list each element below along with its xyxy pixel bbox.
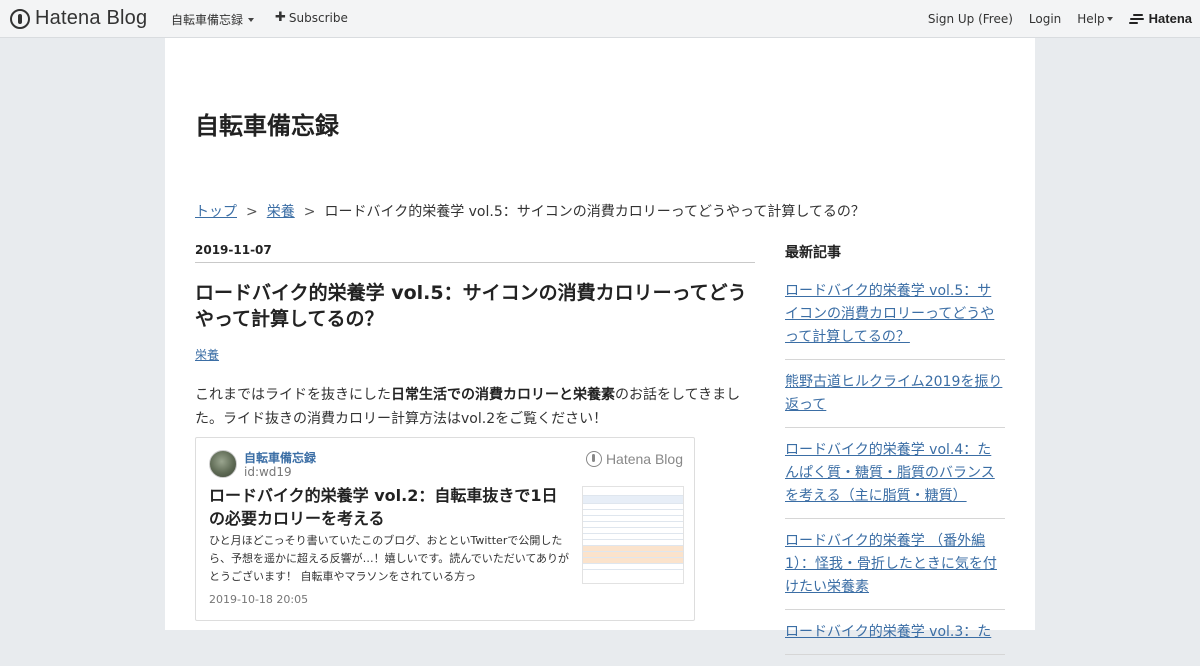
card-description: ひと月ほどこっそり書いていたこのブログ、おとといTwitterで公開したら、予想… (209, 534, 570, 583)
blog-embed-card[interactable]: 自転車備忘録 id:wd19 Hatena Blog ロードバイク的栄養学 vo… (195, 437, 695, 621)
entry-body-paragraph: これまではライドを抜きにした日常生活での消費カロリーと栄養素のお話をしてきました… (195, 383, 755, 431)
body-text: これまではライドを抜きにした (195, 387, 391, 403)
chevron-down-icon (1106, 16, 1113, 21)
card-brand: Hatena Blog (585, 451, 683, 467)
recent-entry-link[interactable]: ロードバイク的栄養学 vol.4：たんぱく質・糖質・脂質のバランスを考える（主に… (785, 439, 1005, 519)
breadcrumb: トップ > 栄養 > ロードバイク的栄養学 vol.5：サイコンの消費カロリーってどうや… (195, 201, 865, 221)
subscribe-button[interactable]: ✚ Subscribe (275, 11, 348, 25)
logo-text: Hatena Blog (35, 7, 148, 29)
blog-title[interactable]: 自転車備忘録 (195, 106, 339, 141)
recent-entry-link[interactable]: ロードバイク的栄養学 vol.5：サイコンの消費カロリーってどうやって計算してる… (785, 280, 1005, 360)
breadcrumb-category-link[interactable]: 栄養 (267, 204, 295, 220)
signup-link[interactable]: Sign Up (Free) (928, 12, 1013, 26)
sidebar-title: 最新記事 (785, 245, 841, 261)
hatena-logo-icon (1128, 13, 1145, 24)
card-thumbnail-image[interactable] (582, 486, 684, 584)
help-dropdown[interactable]: Help (1077, 11, 1113, 26)
global-header: Hatena Blog 自転車備忘録 ✚ Subscribe Sign Up (… (0, 0, 1200, 38)
card-blog-name[interactable]: 自転車備忘録 (244, 449, 316, 466)
breadcrumb-separator: > (303, 204, 316, 220)
entry-category: 栄養 (195, 346, 755, 363)
entry-title[interactable]: ロードバイク的栄養学 vol.5：サイコンの消費カロリーってどうやって計算してる… (195, 280, 755, 332)
hatena-blog-logo-icon (585, 451, 602, 467)
thumbnail-table-graphic (583, 487, 683, 570)
card-date: 2019-10-18 20:05 (209, 593, 309, 606)
breadcrumb-current: ロードバイク的栄養学 vol.5：サイコンの消費カロリーってどうやって計算してる… (324, 204, 865, 220)
recent-entry-link[interactable]: ロードバイク的栄養学 （番外編1）：怪我・骨折したときに気を付けたい栄養素 (785, 530, 1005, 610)
hatena-link[interactable]: Hatena (1128, 11, 1192, 26)
login-link[interactable]: Login (1029, 12, 1061, 26)
plus-icon: ✚ (275, 10, 286, 25)
chevron-down-icon (248, 17, 255, 22)
subscribe-label: Subscribe (288, 11, 348, 25)
recent-entry-link[interactable]: ロードバイク的栄養学 vol.3：た (785, 621, 1005, 655)
blog-menu-dropdown[interactable]: 自転車備忘録 (171, 11, 255, 28)
breadcrumb-top-link[interactable]: トップ (195, 204, 237, 220)
main-container: 自転車備忘録 トップ > 栄養 > ロードバイク的栄養学 vol.5：サイコンの消費カロ… (165, 38, 1035, 655)
card-user-id: id:wd19 (244, 465, 292, 479)
sidebar-recent-entries: 最新記事 ロードバイク的栄養学 vol.5：サイコンの消費カロリーってどうやって… (785, 242, 1005, 666)
category-link[interactable]: 栄養 (195, 348, 219, 362)
breadcrumb-separator: > (246, 204, 258, 220)
hatena-label: Hatena (1148, 11, 1192, 26)
entry-date[interactable]: 2019-11-07 (195, 243, 755, 263)
hatena-blog-logo-icon (10, 8, 30, 29)
blog-menu-label: 自転車備忘録 (171, 13, 244, 27)
recent-entry-link[interactable]: 熊野古道ヒルクライム2019を振り返って (785, 371, 1005, 428)
header-right-nav: Sign Up (Free) Login Help Hatena (928, 11, 1192, 26)
entry: 2019-11-07 ロードバイク的栄養学 vol.5：サイコンの消費カロリーっ… (195, 243, 755, 431)
card-brand-text: Hatena Blog (605, 451, 683, 467)
hatena-blog-logo[interactable]: Hatena Blog (10, 7, 147, 30)
body-bold-text: 日常生活での消費カロリーと栄養素 (391, 387, 615, 403)
avatar[interactable] (209, 450, 237, 478)
card-title[interactable]: ロードバイク的栄養学 vol.2：自転車抜きで1日の必要カロリーを考える (209, 484, 571, 530)
help-label: Help (1077, 11, 1105, 26)
